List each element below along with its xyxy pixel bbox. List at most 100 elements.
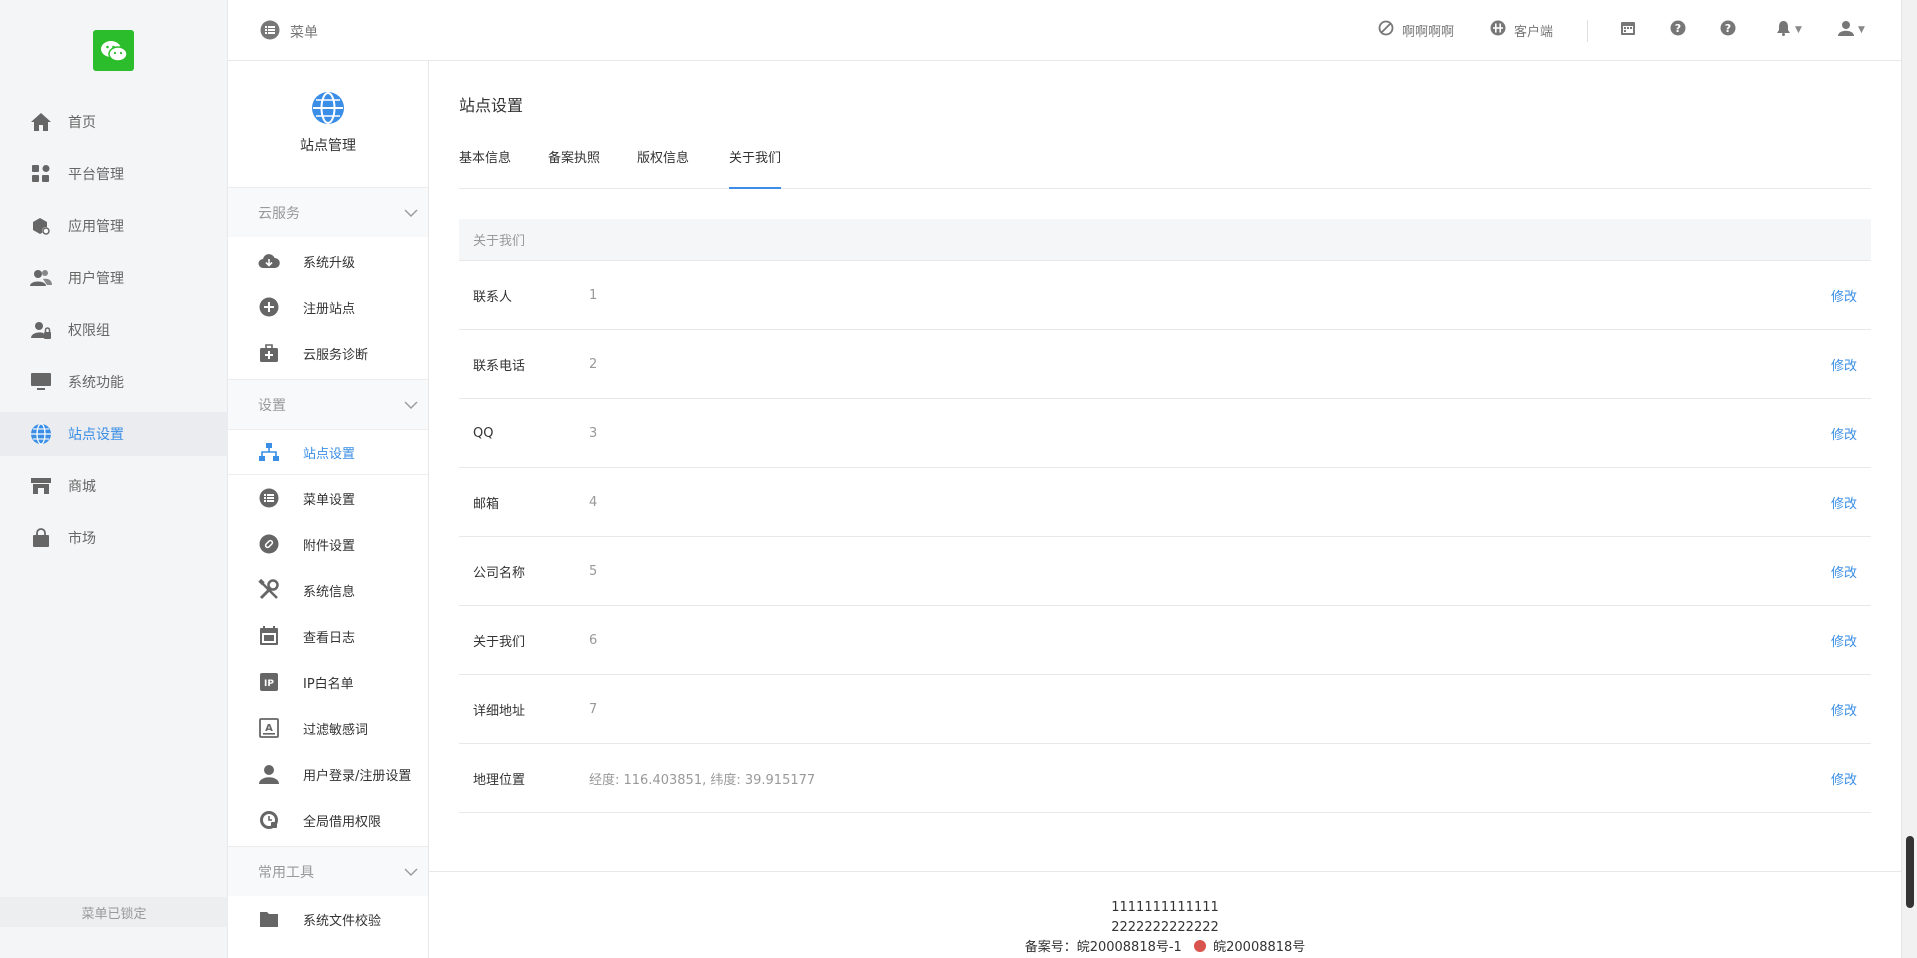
- menu-toggle-button[interactable]: 菜单: [260, 20, 318, 44]
- sub-item-site-settings[interactable]: 站点设置: [228, 429, 428, 475]
- store-icon: [30, 475, 52, 497]
- sub-item-login-register-settings[interactable]: 用户登录/注册设置: [228, 751, 428, 797]
- filter-text-icon: A: [258, 717, 280, 739]
- edit-link[interactable]: 修改: [1831, 631, 1857, 650]
- about-us-table: 关于我们 联系人 1 修改 联系电话 2 修改 QQ 3 修改 邮箱 4 修改 …: [459, 219, 1871, 813]
- group-settings[interactable]: 设置: [228, 379, 428, 429]
- calendar-button[interactable]: [1620, 20, 1636, 40]
- footer-line-2: 2222222222222: [1111, 920, 1219, 935]
- nav-item-store[interactable]: 商城: [0, 464, 228, 508]
- group-common-tools[interactable]: 常用工具: [228, 846, 428, 896]
- sub-item-global-borrow-permissions[interactable]: 全局借用权限: [228, 797, 428, 843]
- row-label: QQ: [473, 425, 494, 441]
- group-title-label: 常用工具: [258, 864, 314, 881]
- scrollbar-thumb[interactable]: [1906, 836, 1914, 908]
- help-button-1[interactable]: ?: [1670, 20, 1686, 40]
- wechat-logo-icon[interactable]: [93, 30, 134, 71]
- table-row: 邮箱 4 修改: [459, 468, 1871, 537]
- row-value: 3: [589, 425, 598, 441]
- table-row: 地理位置 经度: 116.403851, 纬度: 39.915177 修改: [459, 744, 1871, 813]
- edit-link[interactable]: 修改: [1831, 493, 1857, 512]
- sub-item-system-upgrade[interactable]: 系统升级: [228, 238, 428, 284]
- chevron-down-icon: ▼: [1858, 25, 1865, 35]
- paperclip-icon: [258, 533, 280, 555]
- edit-link[interactable]: 修改: [1831, 355, 1857, 374]
- nav-label: 权限组: [68, 323, 110, 339]
- nav-label: 站点设置: [68, 427, 124, 443]
- list-icon: [260, 20, 280, 44]
- menu-lock-status[interactable]: 菜单已锁定: [0, 897, 228, 927]
- page-title: 站点设置: [459, 96, 524, 115]
- sub-item-label: 系统升级: [303, 255, 356, 271]
- sub-item-attachment-settings[interactable]: 附件设置: [228, 521, 428, 567]
- row-value: 1: [589, 287, 598, 303]
- user-menu-button[interactable]: ▼: [1838, 20, 1865, 40]
- top-header: 菜单 啊啊啊啊 客户端 ? ? ▼ ▼: [228, 0, 1917, 61]
- notifications-button[interactable]: ▼: [1776, 20, 1802, 40]
- tab-icp-license[interactable]: 备案执照: [548, 141, 600, 189]
- edit-link[interactable]: 修改: [1831, 424, 1857, 443]
- sub-item-filter-words[interactable]: A 过滤敏感词: [228, 705, 428, 751]
- edit-link[interactable]: 修改: [1831, 769, 1857, 788]
- header-link-1[interactable]: 啊啊啊啊: [1378, 20, 1454, 40]
- sub-item-label: 查看日志: [303, 630, 356, 646]
- edit-link[interactable]: 修改: [1831, 286, 1857, 305]
- row-label: 地理位置: [473, 772, 526, 788]
- row-label: 详细地址: [473, 703, 526, 719]
- bell-icon: [1776, 20, 1791, 40]
- monitor-icon: [30, 371, 52, 393]
- bag-icon: [30, 527, 52, 549]
- page-scrollbar[interactable]: [1901, 0, 1917, 958]
- nav-item-users[interactable]: 用户管理: [0, 256, 228, 300]
- nav-item-site-settings[interactable]: 站点设置: [0, 412, 228, 456]
- table-row: QQ 3 修改: [459, 399, 1871, 468]
- nav-label: 系统功能: [68, 375, 124, 391]
- tab-basic-info[interactable]: 基本信息: [459, 141, 511, 189]
- nav-label: 商城: [68, 479, 96, 495]
- help-button-2[interactable]: ?: [1720, 20, 1736, 40]
- user-icon: [1838, 20, 1854, 40]
- sub-item-label: 过滤敏感词: [303, 722, 369, 738]
- header-link-client[interactable]: 客户端: [1490, 20, 1553, 40]
- tab-bar: 基本信息 备案执照 版权信息 关于我们: [459, 141, 1871, 189]
- sub-item-label: 全局借用权限: [303, 814, 382, 830]
- svg-text:?: ?: [1725, 22, 1731, 35]
- table-header: 关于我们: [459, 219, 1871, 261]
- police-number-link[interactable]: 皖20008818号: [1213, 940, 1305, 955]
- edit-link[interactable]: 修改: [1831, 700, 1857, 719]
- sub-item-file-check[interactable]: 系统文件校验: [228, 896, 428, 942]
- nav-item-platform[interactable]: 平台管理: [0, 152, 228, 196]
- sub-item-ip-whitelist[interactable]: IP IP白名单: [228, 659, 428, 705]
- edit-link[interactable]: 修改: [1831, 562, 1857, 581]
- tools-icon: [258, 579, 280, 601]
- sub-item-system-info[interactable]: 系统信息: [228, 567, 428, 613]
- sub-item-view-logs[interactable]: 查看日志: [228, 613, 428, 659]
- nav-item-market[interactable]: 市场: [0, 516, 228, 560]
- sub-item-menu-settings[interactable]: 菜单设置: [228, 475, 428, 521]
- nav-item-home[interactable]: 首页: [0, 100, 228, 144]
- medkit-icon: [258, 342, 280, 364]
- tab-about-us[interactable]: 关于我们: [729, 141, 782, 189]
- sub-item-label: 用户登录/注册设置: [303, 768, 412, 784]
- nav-label: 首页: [68, 115, 96, 131]
- sub-item-cloud-diagnosis[interactable]: 云服务诊断: [228, 330, 428, 376]
- users-icon: [30, 267, 52, 289]
- row-value: 4: [589, 494, 598, 510]
- tab-copyright[interactable]: 版权信息: [637, 141, 689, 189]
- footer-icp-line: 备案号：皖20008818号-1 皖20008818号: [429, 938, 1901, 958]
- icp-number-link[interactable]: 备案号：皖20008818号-1: [1025, 940, 1182, 955]
- group-title-label: 云服务: [258, 205, 300, 222]
- nav-item-permissions[interactable]: 权限组: [0, 308, 228, 352]
- globe-icon: [311, 91, 345, 125]
- nav-label: 市场: [68, 531, 96, 547]
- apps-icon: [30, 163, 52, 185]
- sub-sidebar: 站点管理 云服务 系统升级 注册站点 云服务诊断 设置 站点设置 菜单设置 附件…: [228, 61, 429, 958]
- cloud-download-icon: [258, 250, 280, 272]
- row-value: 6: [589, 632, 598, 648]
- nav-item-apps[interactable]: 应用管理: [0, 204, 228, 248]
- sub-item-register-site[interactable]: 注册站点: [228, 284, 428, 330]
- svg-text:?: ?: [1675, 22, 1681, 35]
- group-cloud-services[interactable]: 云服务: [228, 187, 428, 237]
- calendar-icon: [258, 625, 280, 647]
- nav-item-system[interactable]: 系统功能: [0, 360, 228, 404]
